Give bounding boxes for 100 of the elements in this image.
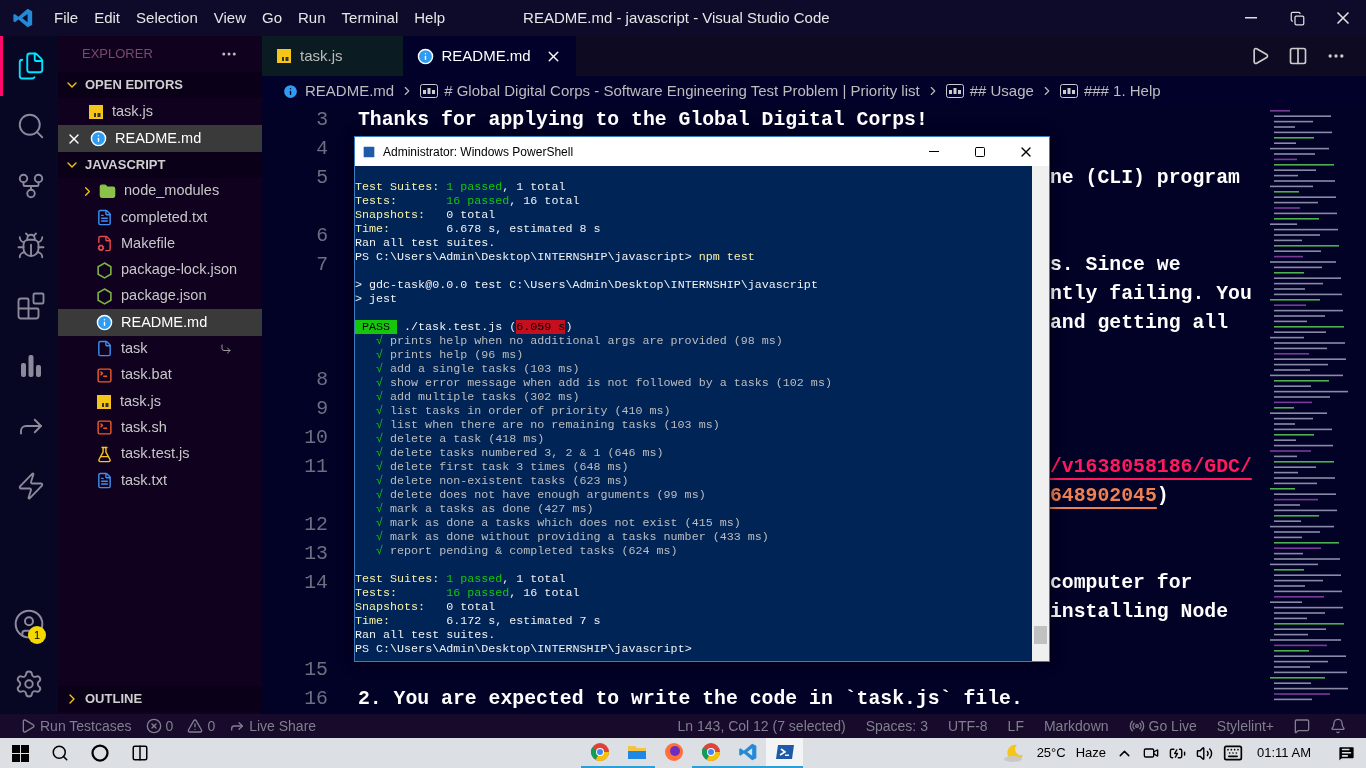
folder-icon: [99, 182, 116, 200]
status-item[interactable]: Live Share: [229, 715, 317, 737]
editor-tab[interactable]: README.md: [402, 36, 576, 76]
feedback-icon: [1294, 718, 1310, 734]
terminal-text: delete first task 3 times (648 ms): [390, 460, 629, 474]
editor-text: installing Node: [1050, 601, 1229, 624]
terminal-text: , 16 total: [509, 586, 580, 600]
menu-item[interactable]: Edit: [86, 6, 129, 30]
clock[interactable]: 01:11 AM: [1257, 743, 1311, 763]
explorer-item[interactable]: package.json: [58, 283, 262, 310]
section-header[interactable]: OUTLINE: [58, 686, 262, 712]
volume-icon[interactable]: [1196, 744, 1214, 762]
status-item[interactable]: Go Live: [1128, 715, 1197, 737]
terminal-icon: [96, 419, 113, 437]
settings-icon[interactable]: [14, 669, 44, 699]
status-item[interactable]: 0: [187, 715, 216, 737]
check-mark: √: [376, 530, 384, 544]
explorer-item[interactable]: task.js: [58, 388, 262, 415]
editor-text: Thanks for applying to the Global Digital Corps!: [358, 109, 928, 131]
status-item[interactable]: Stylelint+: [1216, 715, 1274, 737]
breadcrumb-item[interactable]: README.md: [305, 79, 395, 103]
status-item[interactable]: Run Testcases: [20, 715, 132, 737]
restore-icon: [1289, 10, 1305, 26]
explorer-item[interactable]: node_modules: [58, 178, 262, 205]
error-icon: [145, 718, 162, 734]
explorer-item[interactable]: Makefile: [58, 230, 262, 257]
taskbar-app[interactable]: [766, 738, 803, 768]
play-icon[interactable]: [1250, 46, 1270, 66]
explorer-item[interactable]: task.test.js: [58, 440, 262, 468]
check-mark: √: [376, 446, 384, 460]
gear-file-icon: [96, 235, 113, 253]
status-item[interactable]: 0: [145, 715, 174, 737]
status-item[interactable]: Ln 143, Col 12 (7 selected): [677, 715, 846, 737]
terminal-command: npm test: [698, 250, 755, 264]
line-number: 3: [316, 109, 328, 131]
terminal-text: , 1 total: [502, 180, 566, 194]
explorer-item[interactable]: task: [58, 335, 262, 363]
terminal-text: add multiple tasks (302 ms): [390, 390, 580, 404]
split-editor-icon[interactable]: [1288, 46, 1308, 66]
terminal-icon: [774, 743, 795, 761]
terminal-text: 6.678 s, estimated 8 s: [446, 222, 601, 236]
blocks-icon[interactable]: [15, 291, 46, 321]
menu-item[interactable]: Terminal: [333, 6, 407, 30]
globe-icon: [663, 742, 684, 762]
section-header[interactable]: JAVASCRIPT: [58, 152, 262, 178]
info-icon: [282, 82, 299, 100]
terminal-text: > jest: [355, 292, 398, 306]
explorer-item[interactable]: task.txt: [58, 467, 262, 494]
file-icon: [96, 340, 113, 358]
menu-item[interactable]: File: [46, 6, 87, 30]
editor-tab[interactable]: task.js: [262, 36, 403, 76]
editor-text: ne (CLI) program: [1050, 167, 1240, 189]
explorer-item[interactable]: package-lock.json: [58, 256, 262, 284]
abc-icon: [420, 84, 439, 98]
status-item[interactable]: Markdown: [1043, 715, 1109, 737]
explorer-item[interactable]: task.sh: [58, 414, 262, 441]
breadcrumb-item[interactable]: ## Usage: [969, 79, 1034, 103]
status-item[interactable]: LF: [1007, 715, 1024, 737]
line-number: 4: [316, 138, 328, 160]
camera-icon[interactable]: [1143, 745, 1160, 761]
explorer-item[interactable]: README.md: [58, 309, 262, 336]
editor-text: 2. You are expected to write the code in `task.js` file.: [358, 688, 1023, 710]
terminal-text: mark as done without providing a tasks number (433 ms): [390, 530, 769, 544]
terminal-text: PS C:\Users\Admin\Desktop\INTERNSHIP\javascript>: [355, 642, 692, 656]
account-icon[interactable]: [13, 608, 45, 640]
section-header[interactable]: OPEN EDITORS: [58, 72, 262, 98]
line-number: 14: [304, 572, 328, 595]
terminal-text: 1 passed: [446, 180, 503, 194]
check-mark: √: [376, 488, 384, 502]
menu-item[interactable]: View: [205, 6, 254, 30]
terminal-text: add a single tasks (103 ms): [390, 362, 580, 376]
line-number: 11: [304, 456, 328, 479]
open-editor-item[interactable]: task.js: [58, 98, 262, 125]
terminal-text: 16 passed: [446, 194, 510, 208]
check-mark: √: [376, 460, 384, 474]
scrollbar[interactable]: [1032, 166, 1049, 661]
status-item[interactable]: UTF-8: [947, 715, 988, 737]
menu-item[interactable]: Help: [406, 6, 454, 30]
line-number: 16: [304, 688, 328, 710]
menu-item[interactable]: Selection: [128, 6, 206, 30]
slow-time-badge: 6.059 s: [516, 320, 566, 334]
status-item[interactable]: [1294, 718, 1310, 734]
terminal-text: delete non-existent tasks (623 ms): [390, 474, 629, 488]
menu-item[interactable]: Go: [254, 6, 290, 30]
line-number: 10: [304, 427, 328, 450]
bug-icon[interactable]: [15, 231, 46, 261]
check-mark: √: [376, 432, 384, 446]
check-mark: √: [376, 404, 384, 418]
keyboard-icon[interactable]: [1223, 743, 1244, 763]
explorer-item[interactable]: task.bat: [58, 362, 262, 389]
terminal-text: Ran all test suites.: [355, 628, 496, 642]
open-editor-item[interactable]: README.md: [58, 125, 262, 152]
editor-text: ntly failing. You: [1050, 282, 1252, 305]
breadcrumb-item[interactable]: ### 1. Help: [1083, 79, 1161, 103]
menu-item[interactable]: Run: [290, 6, 334, 30]
breadcrumb-item[interactable]: # Global Digital Corps - Software Engineering Test Problem | Priority list: [444, 79, 920, 103]
explorer-item[interactable]: completed.txt: [58, 204, 262, 231]
status-item[interactable]: [1330, 718, 1346, 734]
status-item[interactable]: Spaces: 3: [865, 715, 928, 737]
terminal-text: 16 passed: [446, 586, 510, 600]
